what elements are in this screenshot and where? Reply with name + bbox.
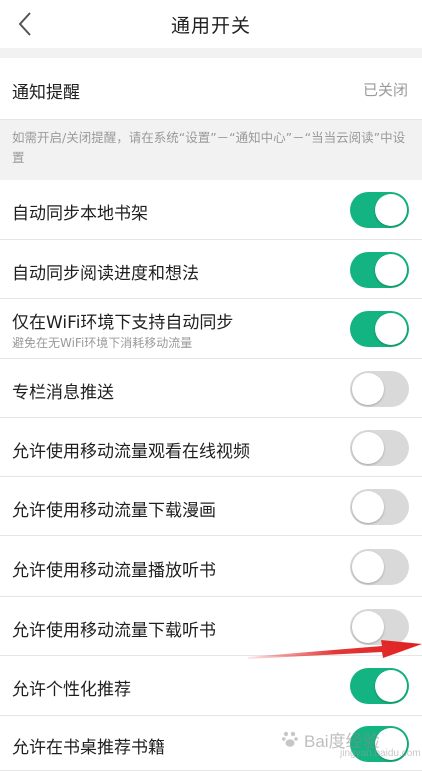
toggle-switch[interactable] bbox=[350, 251, 409, 288]
toggle-knob bbox=[375, 194, 407, 226]
toggle-switch[interactable] bbox=[350, 192, 409, 228]
toggle-knob bbox=[352, 550, 384, 583]
notification-label: 通知提醒 bbox=[12, 83, 80, 103]
toggle-knob bbox=[352, 490, 384, 523]
setting-label: 允许个性化推荐 bbox=[12, 680, 131, 700]
setting-sublabel: 避免在无WiFi环境下消耗移动流量 bbox=[12, 336, 193, 350]
notification-row[interactable]: 通知提醒 已关闭 bbox=[0, 58, 422, 120]
setting-label: 允许使用移动流量观看在线视频 bbox=[12, 441, 250, 462]
toggle-switch[interactable] bbox=[350, 668, 409, 704]
setting-row: 允许使用移动流量播放听书 bbox=[0, 536, 422, 597]
toggle-switch[interactable] bbox=[350, 488, 409, 525]
toggle-knob bbox=[375, 253, 407, 286]
toggle-switch[interactable] bbox=[350, 370, 409, 407]
setting-label: 允许在书桌推荐书籍 bbox=[12, 737, 165, 758]
toggle-knob bbox=[352, 372, 384, 405]
back-button[interactable] bbox=[12, 10, 38, 38]
toggle-switch[interactable] bbox=[350, 429, 409, 466]
toggle-switch[interactable] bbox=[350, 725, 409, 762]
top-bar: 通用开关 bbox=[0, 0, 422, 48]
toggle-knob bbox=[352, 610, 384, 643]
toggle-switch[interactable] bbox=[350, 548, 409, 585]
setting-row: 允许个性化推荐 bbox=[0, 656, 422, 716]
setting-row: 自动同步本地书架 bbox=[0, 180, 422, 240]
setting-label: 仅在WiFi环境下支持自动同步 bbox=[12, 313, 234, 333]
setting-label: 允许使用移动流量播放听书 bbox=[12, 560, 216, 581]
setting-row: 自动同步阅读进度和想法 bbox=[0, 240, 422, 299]
setting-row: 专栏消息推送 bbox=[0, 359, 422, 418]
toggle-switch[interactable] bbox=[350, 311, 409, 347]
setting-row: 避免在无WiFi环境下消耗移动流量 仅在WiFi环境下支持自动同步 bbox=[0, 299, 422, 359]
notification-status: 已关闭 bbox=[362, 81, 408, 99]
toggle-knob bbox=[375, 670, 407, 702]
setting-label: 自动同步阅读进度和想法 bbox=[12, 263, 199, 284]
setting-row: 允许使用移动流量观看在线视频 bbox=[0, 418, 422, 477]
toggle-knob bbox=[352, 431, 384, 464]
setting-label: 专栏消息推送 bbox=[12, 382, 114, 403]
setting-label: 允许使用移动流量下载听书 bbox=[12, 620, 216, 641]
setting-row: 允许使用移动流量下载漫画 bbox=[0, 477, 422, 536]
setting-row: 允许使用移动流量下载听书 bbox=[0, 597, 422, 656]
page-title: 通用开关 bbox=[170, 14, 251, 37]
notification-note: 如需开启/关闭提醒，请在系统“设置”－“通知中心”－“当当云阅读”中设置 bbox=[0, 120, 422, 180]
toggle-knob bbox=[375, 313, 407, 345]
toggle-switch[interactable] bbox=[350, 608, 409, 645]
setting-label: 允许使用移动流量下载漫画 bbox=[12, 500, 216, 521]
setting-row: 允许在书桌推荐书籍 bbox=[0, 716, 422, 771]
setting-label: 自动同步本地书架 bbox=[12, 204, 148, 224]
chevron-left-icon bbox=[18, 12, 31, 36]
toggle-knob bbox=[375, 727, 407, 760]
